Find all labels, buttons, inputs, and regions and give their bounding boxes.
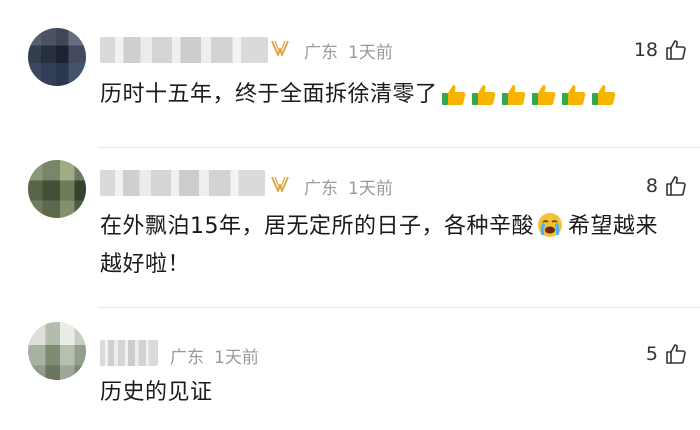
comment-text-content: 历时十五年，终于全面拆徐清零了	[100, 82, 438, 107]
comment-location: 广东	[170, 348, 204, 368]
comment-item: 广东 1天前 8 在外飘泊15年，居无定所的日子，各种辛酸 希望越来越好啦！	[0, 148, 700, 308]
thumbs-up-outline-icon	[666, 344, 686, 364]
username-redacted[interactable]	[100, 340, 158, 366]
comment-meta: 广东 1天前	[304, 38, 393, 63]
comment-text: 历史的见证	[100, 374, 676, 412]
thumbs-up-outline-icon	[666, 40, 686, 60]
comment-text: 在外飘泊15年，居无定所的日子，各种辛酸 希望越来越好啦！	[100, 208, 676, 284]
comment-time: 1天前	[214, 348, 259, 368]
comment-location: 广东	[304, 43, 338, 63]
username-redacted[interactable]	[100, 170, 265, 196]
like-count: 5	[645, 343, 658, 365]
avatar[interactable]	[28, 28, 86, 86]
comment-meta: 广东 1天前	[304, 174, 393, 199]
like-button[interactable]: 18	[634, 36, 688, 64]
username-redacted[interactable]	[100, 37, 268, 63]
comment-location: 广东	[304, 179, 338, 199]
comment-meta: 广东 1天前	[170, 343, 259, 368]
comment-text-content: 在外飘泊15年，居无定所的日子，各种辛酸	[100, 214, 534, 239]
badge-icon	[271, 176, 289, 192]
like-button[interactable]: 5	[646, 340, 688, 368]
thumbs-up-emoji	[591, 85, 615, 105]
comment-text-content: 历史的见证	[100, 380, 213, 405]
like-count: 18	[633, 39, 658, 61]
comment-item: 广东 1天前 18 历时十五年，终于全面拆徐清零了	[0, 0, 700, 148]
comment-item: 广东 1天前 5 历史的见证	[0, 308, 700, 430]
like-count: 8	[645, 175, 658, 197]
loudly-crying-emoji	[538, 213, 562, 237]
thumbs-up-emoji	[441, 85, 465, 105]
thumbs-up-emoji	[561, 85, 585, 105]
thumbs-up-outline-icon	[666, 176, 686, 196]
avatar[interactable]	[28, 160, 86, 218]
thumbs-up-emoji	[501, 85, 525, 105]
avatar[interactable]	[28, 322, 86, 380]
comment-text: 历时十五年，终于全面拆徐清零了	[100, 76, 676, 114]
comment-time: 1天前	[348, 179, 393, 199]
thumbs-up-emoji	[471, 85, 495, 105]
badge-icon	[271, 40, 289, 56]
thumbs-up-emoji	[531, 85, 555, 105]
comment-time: 1天前	[348, 43, 393, 63]
emoji-group	[440, 81, 620, 109]
like-button[interactable]: 8	[646, 172, 688, 200]
